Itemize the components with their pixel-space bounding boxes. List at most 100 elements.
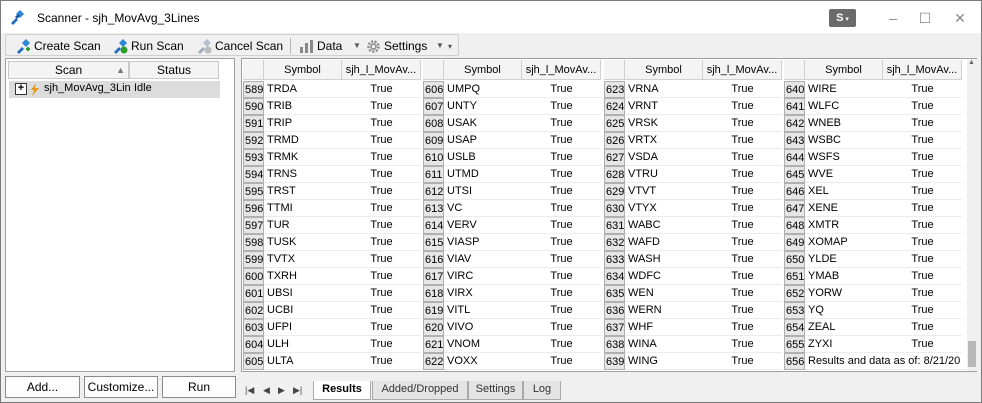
symbol-cell[interactable]: VTVT xyxy=(625,183,703,200)
symbol-cell[interactable]: WING xyxy=(625,353,703,370)
symbol-column-header[interactable]: Symbol xyxy=(625,60,703,80)
movavg-value-cell[interactable]: True xyxy=(522,251,601,268)
movavg-value-cell[interactable]: True xyxy=(342,149,421,166)
symbol-cell[interactable]: XEL xyxy=(805,183,883,200)
symbol-cell[interactable]: VIASP xyxy=(444,234,522,251)
symbol-cell[interactable]: WLFC xyxy=(805,98,883,115)
symbol-cell[interactable]: TUR xyxy=(264,217,342,234)
status-column-header[interactable]: Status xyxy=(129,61,219,79)
movavg-value-cell[interactable]: True xyxy=(883,285,962,302)
symbol-cell[interactable]: XMTR xyxy=(805,217,883,234)
symbol-cell[interactable]: TTMI xyxy=(264,200,342,217)
movavg-value-cell[interactable]: True xyxy=(342,251,421,268)
movavg-value-cell[interactable]: True xyxy=(342,319,421,336)
movavg-value-cell[interactable]: True xyxy=(703,353,782,370)
movavg-value-cell[interactable]: True xyxy=(703,251,782,268)
close-icon[interactable]: ✕ xyxy=(950,9,970,27)
symbol-cell[interactable]: UBSI xyxy=(264,285,342,302)
symbol-cell[interactable]: TRST xyxy=(264,183,342,200)
customize-button[interactable]: Customize... xyxy=(84,376,158,398)
movavg-value-cell[interactable]: True xyxy=(522,149,601,166)
movavg-value-cell[interactable]: True xyxy=(883,132,962,149)
movavg-value-cell[interactable]: True xyxy=(703,98,782,115)
last-page-icon[interactable]: ▶| xyxy=(293,385,302,396)
movavg-value-cell[interactable]: True xyxy=(883,200,962,217)
movavg-value-cell[interactable]: True xyxy=(342,302,421,319)
symbol-cell[interactable]: XENE xyxy=(805,200,883,217)
vertical-scrollbar[interactable]: ▲ xyxy=(967,59,977,371)
symbol-cell[interactable]: ZYXI xyxy=(805,336,883,353)
movavg-value-cell[interactable]: True xyxy=(522,98,601,115)
symbol-cell[interactable]: VRNT xyxy=(625,98,703,115)
symbol-cell[interactable]: WINA xyxy=(625,336,703,353)
symbol-cell[interactable]: WASH xyxy=(625,251,703,268)
symbol-cell[interactable]: TRIB xyxy=(264,98,342,115)
symbol-cell[interactable]: YQ xyxy=(805,302,883,319)
movavg-value-cell[interactable]: True xyxy=(703,268,782,285)
movavg-value-cell[interactable]: True xyxy=(883,251,962,268)
account-menu-button[interactable]: S ▾ xyxy=(829,9,856,27)
movavg-value-cell[interactable]: True xyxy=(703,149,782,166)
movavg-value-cell[interactable]: True xyxy=(703,336,782,353)
symbol-cell[interactable]: UMPQ xyxy=(444,81,522,98)
scrollbar-thumb[interactable] xyxy=(968,341,976,367)
movavg-column-header[interactable]: sjh_l_MovAv... xyxy=(703,60,782,80)
symbol-cell[interactable]: USAP xyxy=(444,132,522,149)
symbol-cell[interactable]: YMAB xyxy=(805,268,883,285)
movavg-value-cell[interactable]: True xyxy=(522,217,601,234)
movavg-value-cell[interactable]: True xyxy=(342,81,421,98)
symbol-cell[interactable]: UFPI xyxy=(264,319,342,336)
tab-log[interactable]: Log xyxy=(523,381,561,400)
movavg-value-cell[interactable]: True xyxy=(883,319,962,336)
symbol-cell[interactable]: VERV xyxy=(444,217,522,234)
symbol-cell[interactable]: VRNA xyxy=(625,81,703,98)
movavg-value-cell[interactable]: True xyxy=(342,166,421,183)
minimize-icon[interactable]: – xyxy=(883,9,903,27)
movavg-value-cell[interactable]: True xyxy=(522,353,601,370)
movavg-value-cell[interactable]: True xyxy=(883,81,962,98)
movavg-value-cell[interactable]: True xyxy=(703,183,782,200)
movavg-value-cell[interactable]: True xyxy=(342,353,421,370)
movavg-value-cell[interactable]: True xyxy=(342,98,421,115)
symbol-cell[interactable]: VIVO xyxy=(444,319,522,336)
symbol-column-header[interactable]: Symbol xyxy=(264,60,342,80)
movavg-value-cell[interactable]: True xyxy=(342,183,421,200)
movavg-value-cell[interactable]: True xyxy=(703,302,782,319)
symbol-cell[interactable]: VRSK xyxy=(625,115,703,132)
symbol-cell[interactable]: WABC xyxy=(625,217,703,234)
symbol-cell[interactable]: UTSI xyxy=(444,183,522,200)
symbol-cell[interactable]: UTMD xyxy=(444,166,522,183)
movavg-value-cell[interactable]: True xyxy=(342,115,421,132)
movavg-value-cell[interactable]: True xyxy=(883,183,962,200)
symbol-cell[interactable]: WEN xyxy=(625,285,703,302)
symbol-cell[interactable]: WAFD xyxy=(625,234,703,251)
movavg-value-cell[interactable]: True xyxy=(522,200,601,217)
symbol-cell[interactable]: VRTX xyxy=(625,132,703,149)
movavg-value-cell[interactable]: True xyxy=(342,285,421,302)
symbol-cell[interactable]: WERN xyxy=(625,302,703,319)
movavg-value-cell[interactable]: True xyxy=(883,234,962,251)
movavg-value-cell[interactable]: True xyxy=(703,319,782,336)
symbol-cell[interactable]: ULTA xyxy=(264,353,342,370)
movavg-value-cell[interactable]: True xyxy=(703,217,782,234)
movavg-value-cell[interactable]: True xyxy=(342,132,421,149)
symbol-column-header[interactable]: Symbol xyxy=(444,60,522,80)
movavg-value-cell[interactable]: True xyxy=(522,302,601,319)
symbol-cell[interactable]: WHF xyxy=(625,319,703,336)
symbol-cell[interactable]: TRDA xyxy=(264,81,342,98)
scan-column-header[interactable]: Scan ▲ xyxy=(8,61,129,79)
run-button[interactable]: Run xyxy=(162,376,236,398)
movavg-value-cell[interactable]: True xyxy=(703,115,782,132)
movavg-value-cell[interactable]: True xyxy=(522,285,601,302)
movavg-value-cell[interactable]: True xyxy=(342,336,421,353)
toolbar-overflow-icon[interactable]: ▾ xyxy=(448,42,452,51)
symbol-cell[interactable]: VC xyxy=(444,200,522,217)
symbol-cell[interactable]: TXRH xyxy=(264,268,342,285)
movavg-value-cell[interactable]: True xyxy=(883,268,962,285)
symbol-cell[interactable]: WDFC xyxy=(625,268,703,285)
add-button[interactable]: Add... xyxy=(5,376,80,398)
movavg-value-cell[interactable]: True xyxy=(522,183,601,200)
movavg-value-cell[interactable]: True xyxy=(703,234,782,251)
symbol-cell[interactable]: TRMK xyxy=(264,149,342,166)
symbol-cell[interactable]: ULH xyxy=(264,336,342,353)
